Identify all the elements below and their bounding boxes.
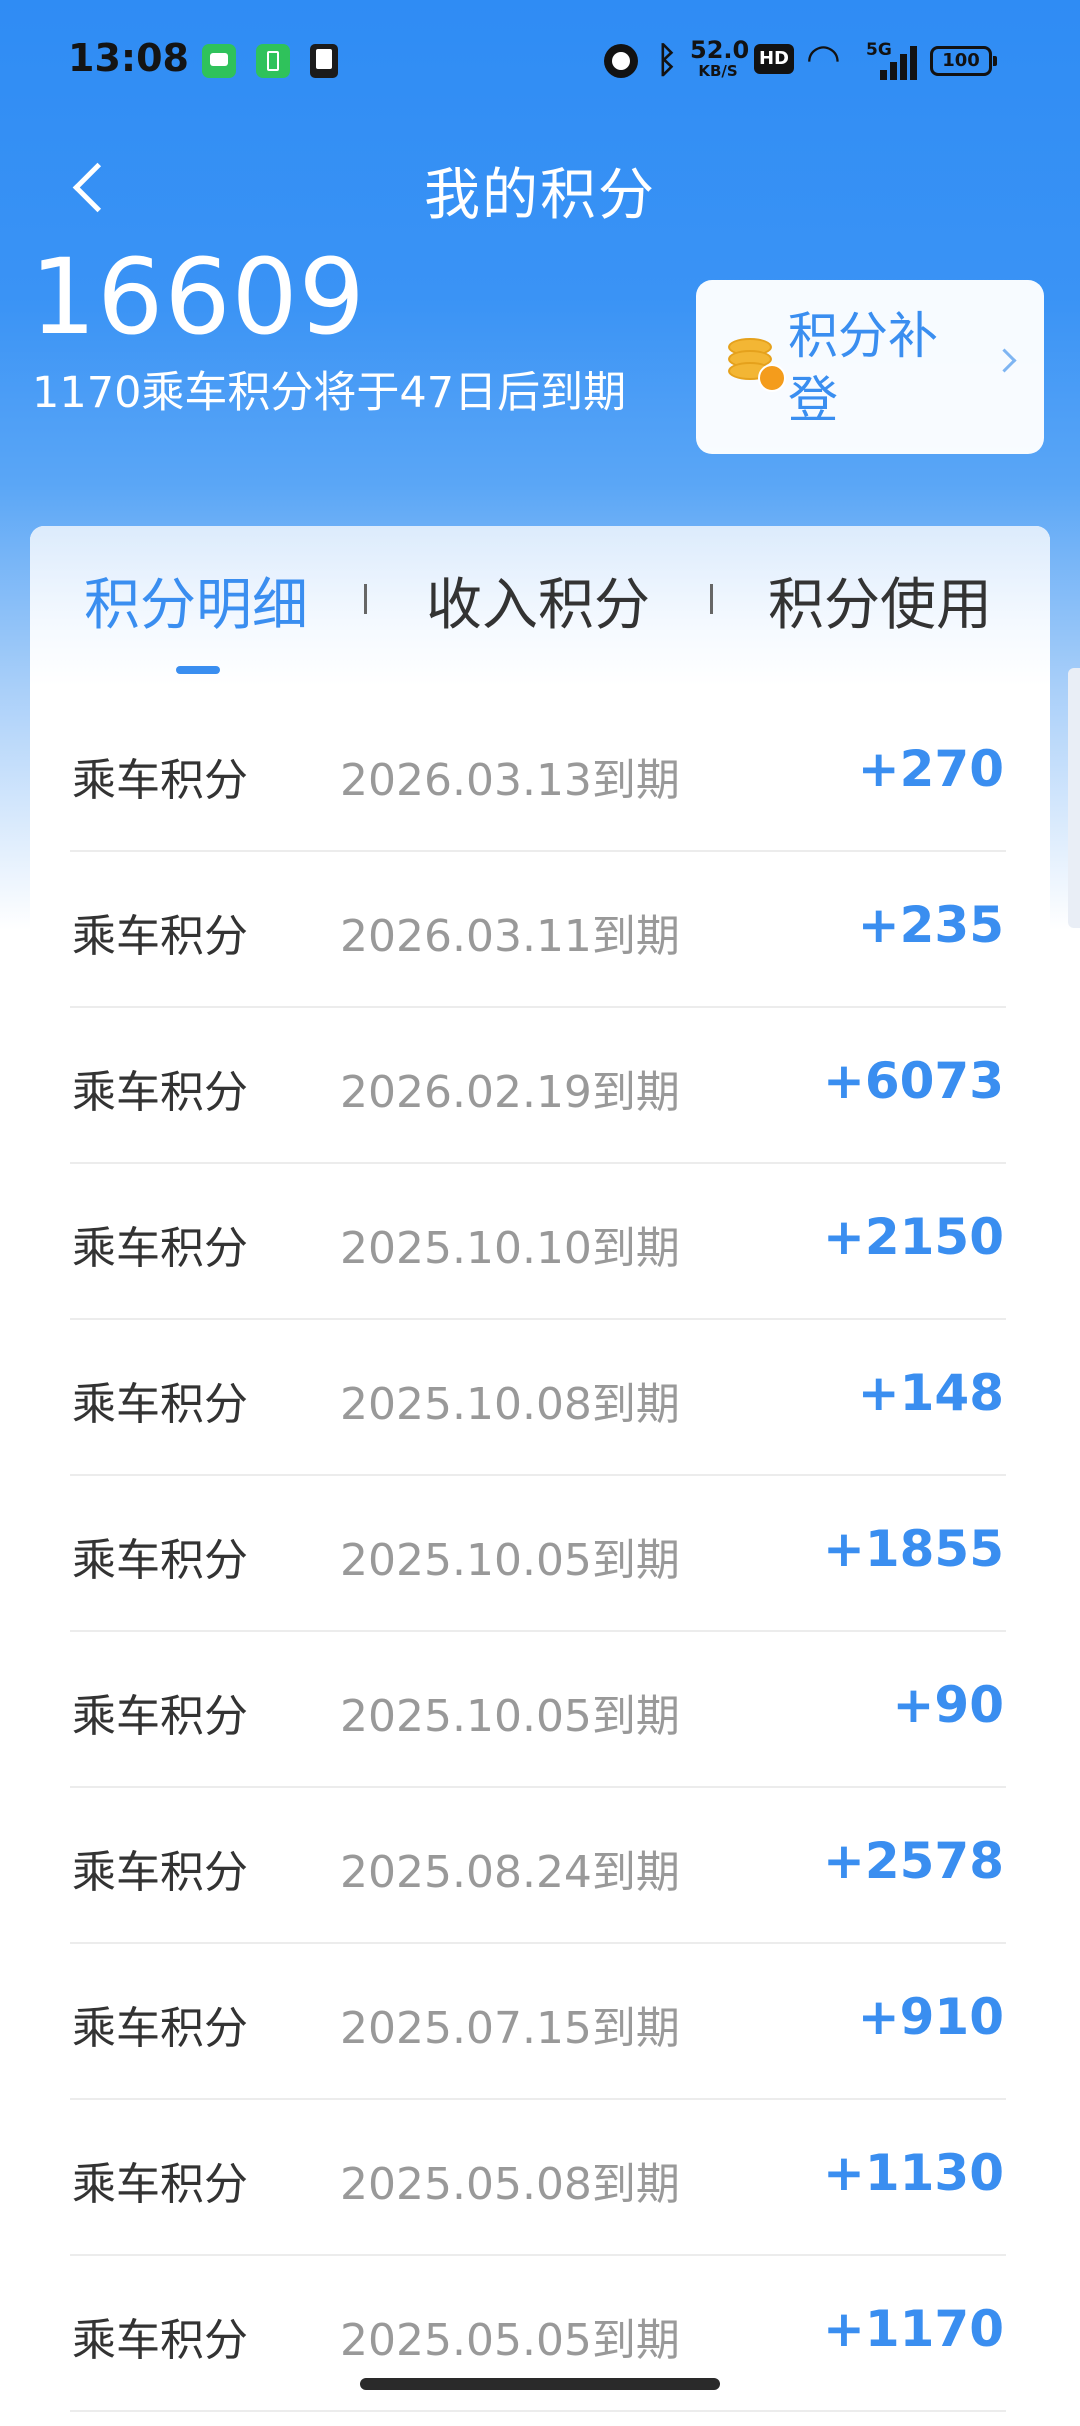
bluetooth-icon: ᛒ xyxy=(656,40,678,81)
tab-points-usage[interactable]: 积分使用 xyxy=(768,566,992,646)
record-points: +1170 xyxy=(822,2300,1004,2358)
list-item[interactable]: 乘车积分 2025.07.15到期 +910 xyxy=(70,1944,1006,2100)
record-points: +6073 xyxy=(822,1052,1004,1110)
hd-voice-icon: HD xyxy=(754,44,794,74)
list-item[interactable]: 乘车积分 2025.10.05到期 +1855 xyxy=(70,1476,1006,1632)
record-type: 乘车积分 xyxy=(72,755,248,806)
list-item[interactable]: 乘车积分 2025.10.10到期 +2150 xyxy=(70,1164,1006,1320)
signal-bar xyxy=(880,70,887,80)
message-notification-icon xyxy=(202,44,236,78)
record-expiry: 2026.02.19到期 xyxy=(340,1067,680,1118)
signal-bar xyxy=(890,62,897,80)
tab-bar: 积分明细 收入积分 积分使用 xyxy=(30,526,1050,686)
record-expiry: 2026.03.11到期 xyxy=(340,911,680,962)
wifi-icon: ◠ xyxy=(808,36,839,82)
active-tab-indicator xyxy=(176,666,220,674)
coin-badge xyxy=(758,364,786,392)
record-points: +270 xyxy=(857,740,1004,798)
record-type: 乘车积分 xyxy=(72,911,248,962)
record-points: +2150 xyxy=(822,1208,1004,1266)
record-type: 乘车积分 xyxy=(72,2003,248,2054)
signal-bar xyxy=(910,46,917,80)
list-item[interactable]: 乘车积分 2026.03.13到期 +270 xyxy=(70,696,1006,852)
supplement-label: 积分补登 xyxy=(788,307,938,429)
record-type: 乘车积分 xyxy=(72,1535,248,1586)
signal-type-label: 5G xyxy=(866,40,892,60)
list-item[interactable]: 乘车积分 2025.08.24到期 +2578 xyxy=(70,1788,1006,1944)
network-speed: 52.0 KB/S xyxy=(690,36,750,80)
home-indicator[interactable] xyxy=(360,2378,720,2390)
record-expiry: 2025.07.15到期 xyxy=(340,2003,680,2054)
list-item[interactable]: 乘车积分 2025.10.08到期 +148 xyxy=(70,1320,1006,1476)
list-item[interactable]: 乘车积分 2026.02.19到期 +6073 xyxy=(70,1008,1006,1164)
tab-divider xyxy=(710,584,713,614)
record-expiry: 2025.08.24到期 xyxy=(340,1847,680,1898)
record-type: 乘车积分 xyxy=(72,1223,248,1274)
record-points: +90 xyxy=(892,1676,1004,1734)
record-expiry: 2025.05.05到期 xyxy=(340,2315,680,2366)
tab-points-income[interactable]: 收入积分 xyxy=(426,566,650,646)
record-expiry: 2025.10.05到期 xyxy=(340,1691,680,1742)
record-type: 乘车积分 xyxy=(72,2315,248,2366)
record-expiry: 2025.10.08到期 xyxy=(340,1379,680,1430)
list-item[interactable]: 乘车积分 2025.10.05到期 +90 xyxy=(70,1632,1006,1788)
list-item[interactable]: 乘车积分 2025.05.08到期 +1130 xyxy=(70,2100,1006,2256)
points-card: 积分明细 收入积分 积分使用 乘车积分 2026.03.13到期 +270 乘车… xyxy=(30,526,1050,2426)
status-bar: 13:08 ᛒ 52.0 KB/S HD ◠ 5G 100 xyxy=(0,0,1080,120)
record-points: +1130 xyxy=(822,2144,1004,2202)
side-panel-edge xyxy=(1068,668,1080,928)
record-points: +910 xyxy=(857,1988,1004,2046)
coin-stack-icon xyxy=(728,338,786,392)
network-speed-unit: KB/S xyxy=(698,62,738,80)
points-record-list: 乘车积分 2026.03.13到期 +270 乘车积分 2026.03.11到期… xyxy=(70,696,1006,2412)
record-points: +148 xyxy=(857,1364,1004,1422)
points-supplement-button[interactable]: 积分补登 xyxy=(696,280,1044,454)
tab-divider xyxy=(364,584,367,614)
record-type: 乘车积分 xyxy=(72,2159,248,2210)
battery-icon: 100 xyxy=(930,46,997,76)
status-time: 13:08 xyxy=(68,36,189,80)
network-speed-value: 52.0 xyxy=(690,36,750,64)
alarm-icon xyxy=(604,44,638,78)
record-points: +1855 xyxy=(822,1520,1004,1578)
record-type: 乘车积分 xyxy=(72,1379,248,1430)
record-expiry: 2026.03.13到期 xyxy=(340,755,680,806)
record-type: 乘车积分 xyxy=(72,1691,248,1742)
record-type: 乘车积分 xyxy=(72,1847,248,1898)
list-item[interactable]: 乘车积分 2026.03.11到期 +235 xyxy=(70,852,1006,1008)
total-points: 16609 xyxy=(30,236,366,358)
battery-saver-notification-icon xyxy=(256,44,290,78)
cellular-signal-icon: 5G xyxy=(866,40,918,80)
phone-notification-icon xyxy=(310,44,338,78)
record-expiry: 2025.10.10到期 xyxy=(340,1223,680,1274)
record-type: 乘车积分 xyxy=(72,1067,248,1118)
record-points: +2578 xyxy=(822,1832,1004,1890)
page-title: 我的积分 xyxy=(424,163,656,228)
tab-points-detail[interactable]: 积分明细 xyxy=(84,566,308,646)
signal-bar xyxy=(900,54,907,80)
record-expiry: 2025.10.05到期 xyxy=(340,1535,680,1586)
record-points: +235 xyxy=(857,896,1004,954)
expiry-note: 1170乘车积分将于47日后到期 xyxy=(32,368,627,418)
record-expiry: 2025.05.08到期 xyxy=(340,2159,680,2210)
